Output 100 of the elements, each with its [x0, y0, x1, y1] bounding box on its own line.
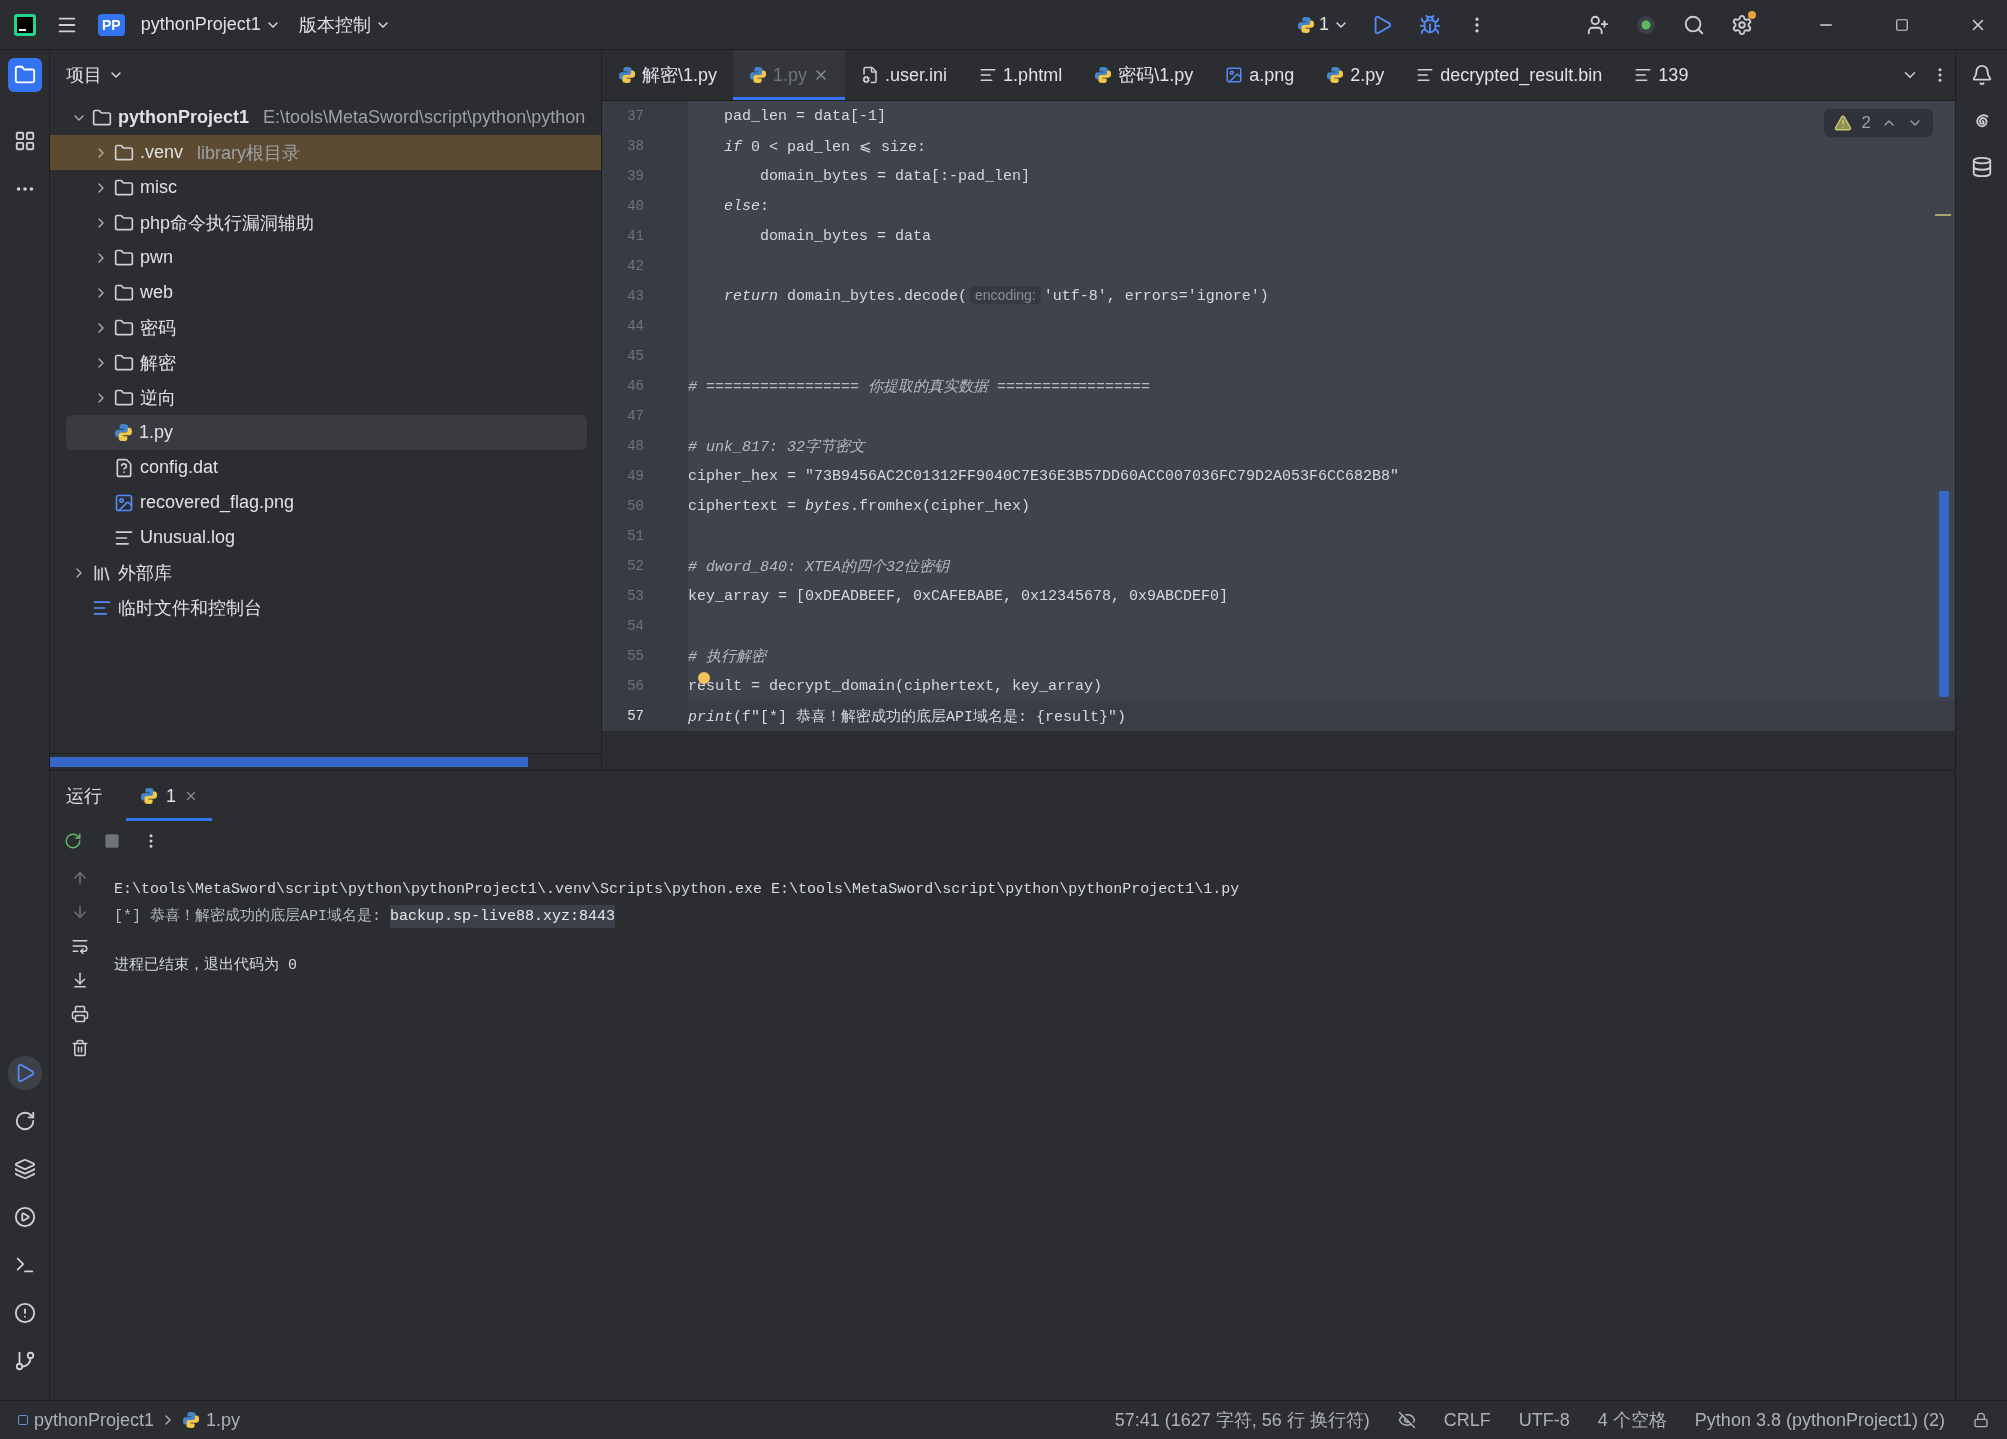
domain-link[interactable]: backup.sp-live88.xyz:8443 — [390, 905, 616, 928]
tree-item[interactable]: recovered_flag.png — [50, 485, 601, 520]
tree-item[interactable]: php命令执行漏洞辅助 — [50, 205, 601, 240]
tree-item[interactable]: pythonProject1 E:\tools\MetaSword\script\python\python — [50, 100, 601, 135]
item-name: 逆向 — [140, 386, 176, 410]
tree-item[interactable]: 外部库 — [50, 555, 601, 590]
run-config-menu[interactable]: 1 — [1295, 10, 1351, 39]
tree-item[interactable]: pwn — [50, 240, 601, 275]
project-menu[interactable]: pythonProject1 — [138, 10, 283, 39]
editor-tab[interactable]: 139 — [1618, 50, 1705, 100]
close-icon[interactable] — [184, 789, 198, 803]
editor-tab[interactable]: 解密\1.py — [602, 50, 734, 100]
item-name: recovered_flag.png — [140, 492, 295, 513]
project-folder-icon[interactable] — [7, 58, 42, 92]
python-icon — [1094, 66, 1113, 84]
folder-icon — [114, 282, 134, 303]
item-name: .venv — [140, 142, 184, 163]
folder-icon — [114, 387, 134, 408]
code-line: if 0 < pad_len ⩽ size: — [723, 137, 927, 156]
editor-tab[interactable]: 1.phtml — [963, 50, 1079, 100]
line-number: 37 — [602, 101, 688, 131]
python-icon — [114, 423, 133, 442]
code-line: ciphertext = bytes.fromhex(cipher_hex) — [688, 497, 1031, 515]
item-name: 解密 — [140, 351, 176, 375]
item-name: web — [140, 282, 174, 303]
warning-icon — [1833, 114, 1852, 132]
code-line: domain_bytes = data — [759, 227, 932, 245]
code-line: cipher_hex = "73B9456AC2C01312FF9040C7E36E3B57DD60ACC007036FC79D2A053F6CC682B8" — [688, 467, 1400, 485]
caret-position[interactable]: 57:41 (1627 字符, 56 行 换行符) — [1114, 1408, 1370, 1432]
line-number: 44 — [602, 311, 688, 341]
tree-item[interactable]: web — [50, 275, 601, 310]
run-panel-title: 运行 — [66, 785, 102, 808]
tree-item[interactable]: 临时文件和控制台 — [50, 590, 601, 625]
status-item[interactable]: CRLF — [1443, 1409, 1491, 1431]
editor-tab[interactable]: a.png — [1209, 50, 1311, 100]
tree-item[interactable]: 逆向 — [50, 380, 601, 415]
code-line: return domain_bytes.decode( encoding: 'utf-8', errors='ignore') — [723, 287, 1269, 305]
item-name: pwn — [140, 247, 174, 268]
item-name: 临时文件和控制台 — [118, 596, 262, 620]
item-name: 1.py — [139, 422, 174, 443]
no-inspections-icon[interactable] — [1397, 1411, 1416, 1429]
line-number: 42 — [602, 251, 688, 281]
status-item[interactable]: Python 3.8 (pythonProject1) (2) — [1694, 1409, 1945, 1431]
editor-tab[interactable]: .user.ini — [845, 50, 964, 100]
console-line: [*] 恭喜！解密成功的底层API域名是: — [114, 908, 382, 925]
item-name: Unusual.log — [140, 527, 236, 548]
item-name: config.dat — [140, 457, 219, 478]
line-number: 38 — [602, 131, 688, 161]
item-name: php命令执行漏洞辅助 — [140, 211, 315, 235]
line-number: 39 — [602, 161, 688, 191]
folder-icon — [114, 352, 134, 373]
image-file-icon — [114, 492, 134, 513]
lock-icon[interactable] — [1973, 1412, 1989, 1428]
scrollbar-thumb[interactable] — [1939, 491, 1949, 697]
line-number: 41 — [602, 221, 688, 251]
item-name: 密码 — [140, 316, 176, 340]
code-line: domain_bytes = data[:-pad_len] — [759, 167, 1031, 185]
tree-item[interactable]: 1.py — [66, 415, 587, 450]
tree-item[interactable]: 密码 — [50, 310, 601, 345]
editor-tab[interactable]: decrypted_result.bin — [1400, 50, 1619, 100]
breadcrumb[interactable]: pythonProject1 — [18, 1409, 155, 1431]
code-line: pad_len = data[-1] — [723, 107, 887, 125]
project-panel-title[interactable]: 项目 — [50, 50, 140, 100]
run-icon[interactable] — [7, 1056, 42, 1090]
config-file-icon — [861, 66, 880, 84]
line-number: 51 — [602, 521, 688, 551]
line-number: 47 — [602, 401, 688, 431]
run-tab[interactable]: 1 — [126, 771, 212, 821]
image-file-icon — [1225, 66, 1244, 84]
tree-item[interactable]: config.dat — [50, 450, 601, 485]
horizontal-scrollbar[interactable] — [50, 757, 528, 767]
line-number: 48 — [602, 431, 688, 461]
tree-item[interactable]: misc — [50, 170, 601, 205]
tree-item[interactable]: Unusual.log — [50, 520, 601, 555]
editor-tab[interactable]: 密码\1.py — [1078, 50, 1210, 100]
python-icon — [1326, 66, 1345, 84]
item-name: pythonProject1 — [118, 107, 250, 128]
status-item[interactable]: 4 个空格 — [1597, 1408, 1667, 1432]
breadcrumb[interactable]: 1.py — [182, 1409, 241, 1431]
item-name: 外部库 — [118, 561, 172, 585]
inspection-widget[interactable]: 2 — [1823, 109, 1933, 137]
line-number: 45 — [602, 341, 688, 371]
line-number: 50 — [602, 491, 688, 521]
project-badge: PP — [98, 13, 125, 36]
folder-icon — [114, 142, 134, 163]
python-icon — [182, 1411, 201, 1429]
tree-item[interactable]: .venv library根目录 — [50, 135, 601, 170]
vcs-menu[interactable]: 版本控制 — [296, 8, 393, 41]
status-item[interactable]: UTF-8 — [1518, 1409, 1570, 1431]
code-line: key_array = [0xDEADBEEF, 0xCAFEBABE, 0x12345678, 0x9ABCDEF0] — [688, 587, 1229, 605]
tree-item[interactable]: 解密 — [50, 345, 601, 380]
console-line: E:\tools\MetaSword\script\python\pythonProject1\.venv\Scripts\python.exe E:\tools\MetaSword\script\python\pythonProject1\1.py — [114, 881, 1241, 898]
module-icon — [18, 1415, 28, 1425]
unknown-file-icon — [114, 457, 134, 478]
python-icon — [618, 66, 636, 84]
line-number: 54 — [602, 611, 688, 641]
folder-icon — [114, 177, 134, 198]
code-line: # unk_817: 32字节密文 — [688, 437, 866, 456]
item-path: E:\tools\MetaSword\script\python\python — [263, 107, 586, 128]
editor-tab[interactable]: 2.py — [1310, 50, 1401, 100]
